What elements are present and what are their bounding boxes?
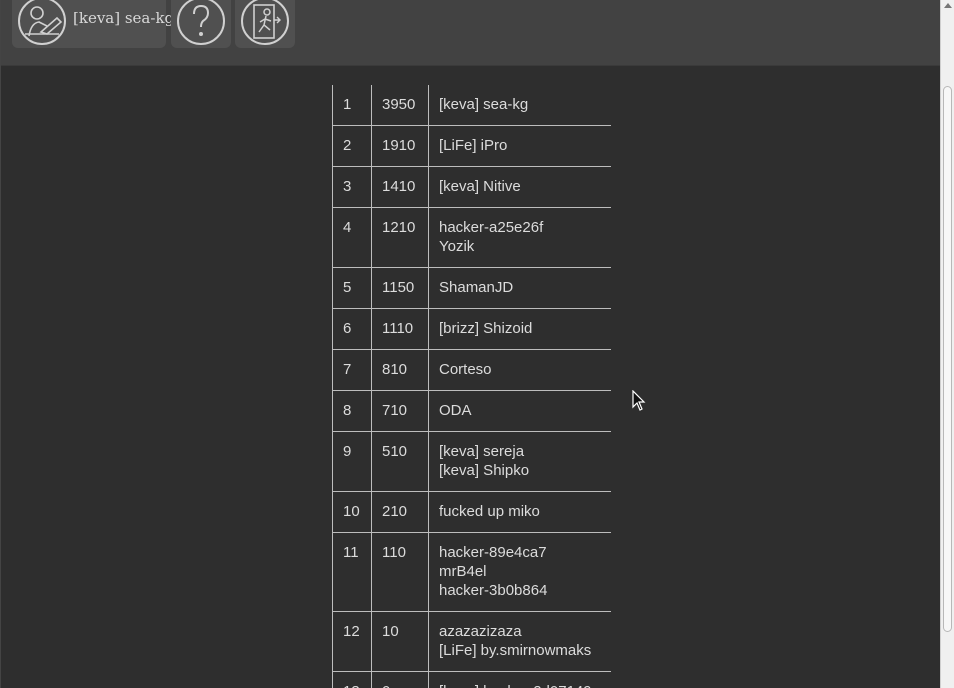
players-cell: hacker-a25e26f Yozik bbox=[428, 207, 611, 268]
player-name: ShamanJD bbox=[439, 279, 514, 296]
score-cell: 3950 bbox=[371, 85, 429, 126]
score-cell: 710 bbox=[371, 390, 429, 432]
rating-table-container: 1 3950 [keva] sea-kg 2 1910 [LiFe] iPro 3 1410[… bbox=[332, 85, 611, 688]
players-cell: ShamanJD bbox=[428, 267, 611, 309]
players-cell: [keva] Nitive bbox=[428, 166, 611, 208]
user-profile-button[interactable]: [keva] sea-kg bbox=[12, 0, 174, 48]
rank-cell: 11 bbox=[332, 532, 372, 612]
rank-cell: 8 bbox=[332, 390, 372, 432]
rating-row: 10 210 fucked up miko bbox=[332, 491, 611, 533]
score-cell: 210 bbox=[371, 491, 429, 533]
players-cell: fucked up miko bbox=[428, 491, 611, 533]
rating-row: 1 3950 [keva] sea-kg bbox=[332, 85, 611, 126]
players-cell: [keva] hacker-2d07149 bbox=[428, 671, 611, 688]
player-name: [keva] sereja bbox=[439, 443, 525, 460]
player-name: [keva] Shipko bbox=[439, 462, 530, 479]
rank-cell: 6 bbox=[332, 308, 372, 350]
player-name: hacker-89e4ca7 bbox=[439, 544, 547, 561]
players-cell: [brizz] Shizoid bbox=[428, 308, 611, 350]
player-name: [brizz] Shizoid bbox=[439, 320, 533, 337]
rank-cell: 1 bbox=[332, 85, 372, 126]
rating-row: 6 1110 [brizz] Shizoid bbox=[332, 308, 611, 350]
question-mark-icon bbox=[177, 0, 225, 45]
score-cell: 810 bbox=[371, 349, 429, 391]
rating-table-body: 1 3950 [keva] sea-kg 2 1910 [LiFe] iPro 3 1410[… bbox=[332, 85, 611, 688]
scroll-up-arrow-icon[interactable] bbox=[944, 3, 952, 8]
players-cell: Corteso bbox=[428, 349, 611, 391]
player-name: fucked up miko bbox=[439, 503, 540, 520]
rating-row: 130 [keva] hacker-2d07149 bbox=[332, 671, 611, 688]
help-button[interactable] bbox=[171, 0, 231, 48]
app-frame: [keva] sea-kg 1 3950 [keva] sea-kg 2 1910 [Li… bbox=[0, 0, 941, 688]
players-cell: [keva] sereja [keva] Shipko bbox=[428, 431, 611, 492]
player-name: [LiFe] by.smirnowmaks bbox=[439, 642, 592, 659]
rating-row: 8 710 ODA bbox=[332, 390, 611, 432]
score-cell: 1910 bbox=[371, 125, 429, 167]
players-cell: [keva] sea-kg bbox=[428, 85, 611, 126]
score-cell: 0 bbox=[371, 671, 429, 688]
rating-row: 3 1410 [keva] Nitive bbox=[332, 166, 611, 208]
players-cell: [LiFe] iPro bbox=[428, 125, 611, 167]
rating-row: 2 1910 [LiFe] iPro bbox=[332, 125, 611, 167]
rank-cell: 7 bbox=[332, 349, 372, 391]
player-name: [LiFe] iPro bbox=[439, 137, 508, 154]
rating-row: 5 1150 ShamanJD bbox=[332, 267, 611, 309]
players-cell: hacker-89e4ca7 mrB4el hacker-3b0b864 bbox=[428, 532, 611, 612]
rating-row: 4 1210 hacker-a25e26f Yozik bbox=[332, 207, 611, 268]
rating-row: 7 810 Corteso bbox=[332, 349, 611, 391]
rank-cell: 3 bbox=[332, 166, 372, 208]
rating-row: 12 10 azazazizaza [LiFe] by.smirnowmaks bbox=[332, 611, 611, 672]
player-name: [keva] sea-kg bbox=[439, 96, 529, 113]
players-cell: ODA bbox=[428, 390, 611, 432]
player-name: [keva] hacker-2d07149 bbox=[439, 682, 601, 688]
current-user-name: [keva] sea-kg bbox=[73, 9, 175, 27]
player-name: mrB4el bbox=[439, 563, 487, 580]
scrollbar-thumb[interactable] bbox=[943, 86, 952, 632]
rank-cell: 5 bbox=[332, 267, 372, 309]
mouse-cursor-icon bbox=[632, 390, 646, 411]
score-cell: 10 bbox=[371, 611, 429, 672]
exit-door-icon bbox=[241, 0, 289, 45]
players-cell: azazazizaza [LiFe] by.smirnowmaks bbox=[428, 611, 611, 672]
player-name: ODA bbox=[439, 402, 472, 419]
rank-cell: 12 bbox=[332, 611, 372, 672]
user-at-laptop-icon bbox=[18, 0, 66, 45]
rank-cell: 10 bbox=[332, 491, 372, 533]
score-cell: 1150 bbox=[371, 267, 429, 309]
rank-cell: 13 bbox=[332, 671, 372, 688]
player-name: azazazizaza bbox=[439, 623, 522, 640]
rank-cell: 4 bbox=[332, 207, 372, 268]
score-cell: 1110 bbox=[371, 308, 429, 350]
player-name: hacker-3b0b864 bbox=[439, 582, 548, 599]
top-bar: [keva] sea-kg bbox=[1, 0, 941, 66]
vertical-scrollbar[interactable] bbox=[940, 0, 954, 688]
rating-table: 1 3950 [keva] sea-kg 2 1910 [LiFe] iPro 3 1410[… bbox=[332, 85, 611, 688]
player-name: Yozik bbox=[439, 238, 475, 255]
player-name: hacker-a25e26f bbox=[439, 219, 544, 236]
player-name: Corteso bbox=[439, 361, 492, 378]
player-name: [keva] Nitive bbox=[439, 178, 521, 195]
score-cell: 110 bbox=[371, 532, 429, 612]
logout-button[interactable] bbox=[235, 0, 295, 48]
rank-cell: 9 bbox=[332, 431, 372, 492]
score-cell: 1410 bbox=[371, 166, 429, 208]
rating-row: 11 110 hacker-89e4ca7 mrB4el hacker-3b0b864 bbox=[332, 532, 611, 612]
score-cell: 1210 bbox=[371, 207, 429, 268]
rank-cell: 2 bbox=[332, 125, 372, 167]
rating-row: 9 510 [keva] sereja [keva] Shipko bbox=[332, 431, 611, 492]
score-cell: 510 bbox=[371, 431, 429, 492]
